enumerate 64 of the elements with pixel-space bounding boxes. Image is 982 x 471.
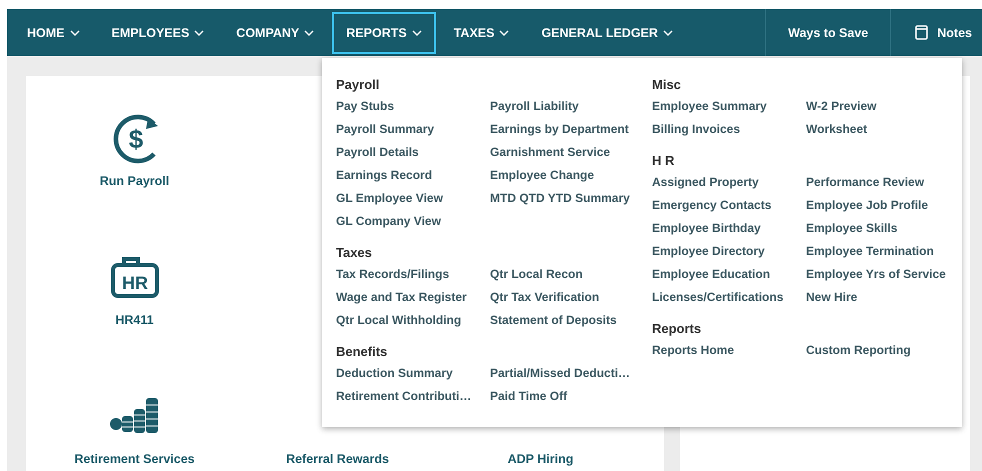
menu-link[interactable]: Employee Yrs of Service: [806, 263, 962, 286]
section-heading: Taxes: [336, 244, 373, 262]
section-heading: Misc: [652, 76, 682, 94]
section-heading: Reports: [652, 320, 702, 338]
section-heading: Payroll: [336, 76, 380, 94]
tile-link[interactable]: ADP Hiring: [508, 452, 574, 466]
menu-link[interactable]: Deduction Summary: [336, 362, 490, 385]
menu-link[interactable]: Paid Time Off: [490, 385, 646, 408]
menu-link[interactable]: MTD QTD YTD Summary: [490, 187, 646, 210]
section-heading: H R: [652, 152, 676, 170]
menu-link[interactable]: Worksheet: [806, 118, 962, 141]
menu-link[interactable]: Garnishment Service: [490, 141, 646, 164]
menu-link[interactable]: Emergency Contacts: [652, 194, 806, 217]
chevron-down-icon: [412, 30, 422, 36]
menu-link[interactable]: Qtr Local Withholding: [336, 309, 490, 332]
menu-link[interactable]: Partial/Missed Deducti…: [490, 362, 646, 385]
menu-link[interactable]: Employee Education: [652, 263, 806, 286]
coin-stacks-icon: [110, 396, 160, 436]
menu-link[interactable]: GL Company View: [336, 210, 490, 233]
nav-menu-item[interactable]: TAXES: [440, 12, 524, 54]
menu-link[interactable]: Payroll Summary: [336, 118, 490, 141]
menu-link[interactable]: Qtr Tax Verification: [490, 286, 646, 309]
chevron-down-icon: [662, 30, 673, 36]
menu-link[interactable]: Employee Directory: [652, 240, 806, 263]
nav-menu-item[interactable]: HOME: [13, 12, 94, 54]
menu-link[interactable]: Employee Change: [490, 164, 646, 187]
tile-link[interactable]: Referral Rewards: [286, 452, 389, 466]
tile-link[interactable]: HR411: [115, 313, 154, 327]
menu-link[interactable]: Payroll Liability: [490, 95, 646, 118]
menu-link[interactable]: Employee Skills: [806, 217, 962, 240]
menu-link[interactable]: W-2 Preview: [806, 95, 962, 118]
menu-link[interactable]: Retirement Contributi…: [336, 385, 490, 408]
menu-link[interactable]: Tax Records/Filings: [336, 263, 490, 286]
menu-link[interactable]: Billing Invoices: [652, 118, 806, 141]
nav-menu-item[interactable]: EMPLOYEES: [98, 12, 218, 54]
menu-link[interactable]: Performance Review: [806, 171, 962, 194]
menu-link[interactable]: Statement of Deposits: [490, 309, 646, 332]
menu-link[interactable]: Qtr Local Recon: [490, 263, 646, 286]
menu-link[interactable]: Earnings by Department: [490, 118, 646, 141]
menu-link[interactable]: New Hire: [806, 286, 962, 309]
nav-menu-item[interactable]: COMPANY: [222, 12, 328, 54]
tile-link[interactable]: Run Payroll: [100, 174, 170, 188]
menu-link[interactable]: Custom Reporting: [806, 339, 962, 362]
menu-link[interactable]: Employee Termination: [806, 240, 962, 263]
chevron-down-icon: [304, 30, 314, 36]
chevron-down-icon: [499, 30, 510, 36]
menu-link[interactable]: Earnings Record: [336, 164, 490, 187]
menu-link[interactable]: Employee Job Profile: [806, 194, 962, 217]
chevron-down-icon: [70, 30, 80, 36]
chevron-down-icon: [194, 30, 204, 36]
menu-link[interactable]: Reports Home: [652, 339, 806, 362]
menu-link[interactable]: Pay Stubs: [336, 95, 490, 118]
menu-link[interactable]: Employee Summary: [652, 95, 806, 118]
notepad-icon: [915, 25, 928, 40]
nav-menu-item[interactable]: REPORTS: [332, 12, 436, 54]
menu-link[interactable]: Wage and Tax Register: [336, 286, 490, 309]
menu-link[interactable]: GL Employee View: [336, 187, 490, 210]
menu-link[interactable]: Payroll Details: [336, 141, 490, 164]
section-heading: Benefits: [336, 343, 388, 361]
menu-link[interactable]: Assigned Property: [652, 171, 806, 194]
nav-menu-item[interactable]: GENERAL LEDGER: [527, 12, 687, 54]
menu-link[interactable]: Employee Birthday: [652, 217, 806, 240]
tile-link[interactable]: Retirement Services: [74, 452, 195, 466]
menu-link[interactable]: Licenses/Certifications: [652, 286, 806, 309]
